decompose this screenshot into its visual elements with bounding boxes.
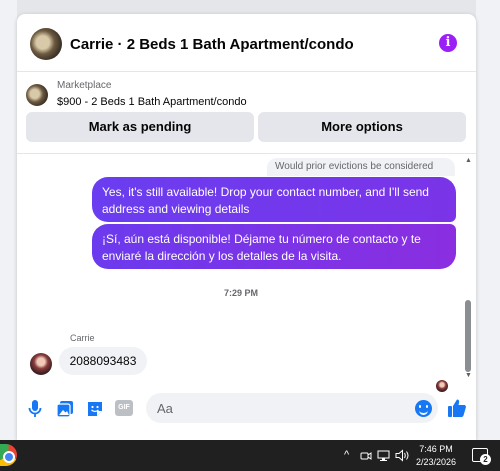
sender-name: Carrie [70,333,95,343]
volume-icon[interactable] [395,449,409,462]
meet-now-icon[interactable] [360,450,372,462]
listing-thumbnail [26,84,48,106]
system-clock[interactable]: 7:46 PM 2/23/2026 [412,443,460,469]
notification-count-badge: 2 [480,454,491,465]
background-page-left [0,0,17,440]
listing-source: Marketplace [57,80,112,91]
clock-time: 7:46 PM [419,444,453,454]
chat-window: Carrie · 2 Beds 1 Bath Apartment/condo i… [17,14,476,440]
listing-actions: Mark as pending More options [17,112,476,154]
message-timestamp: 7:29 PM [223,288,258,298]
mark-as-pending-button[interactable]: Mark as pending [26,112,254,142]
chrome-icon[interactable] [0,444,17,466]
sender-avatar[interactable] [30,353,52,375]
emoji-icon[interactable] [415,400,432,417]
scroll-up-arrow-icon[interactable]: ▲ [465,157,472,164]
listing-avatar[interactable] [30,28,62,60]
like-icon[interactable] [447,398,467,418]
background-page-right [476,0,500,440]
photo-icon[interactable] [56,399,74,419]
info-icon[interactable]: i [439,34,457,52]
clock-date: 2/23/2026 [415,457,457,467]
scrollbar-thumb[interactable] [465,300,471,372]
scroll-down-arrow-icon[interactable]: ▼ [465,372,472,379]
windows-taskbar: ^ 7:46 PM 2/23/2026 2 [0,440,500,471]
outgoing-message[interactable]: ¡Sí, aún está disponible! Déjame tu núme… [92,224,456,269]
chat-title[interactable]: Carrie · 2 Beds 1 Bath Apartment/condo [70,36,354,53]
message-input[interactable] [146,393,438,423]
message-scrollbar[interactable]: ▲ ▼ [463,154,473,384]
gif-icon[interactable]: GIF [115,400,133,416]
chat-header: Carrie · 2 Beds 1 Bath Apartment/condo i [17,14,476,72]
incoming-message[interactable]: 2088093483 [59,347,147,375]
marketplace-listing[interactable]: Marketplace $900 - 2 Beds 1 Bath Apartme… [17,72,476,112]
message-thread: Would prior evictions be considered Yes,… [17,154,476,392]
network-icon[interactable] [377,450,390,462]
tray-chevron-icon[interactable]: ^ [344,449,349,461]
more-options-button[interactable]: More options [258,112,466,142]
microphone-icon[interactable] [26,399,44,419]
sticker-icon[interactable] [86,399,104,419]
message-composer: GIF [17,384,476,440]
listing-price-title: $900 - 2 Beds 1 Bath Apartment/condo [57,96,247,108]
outgoing-message[interactable]: Yes, it's still available! Drop your con… [92,177,456,222]
reply-preview[interactable]: Would prior evictions be considered [267,158,455,176]
